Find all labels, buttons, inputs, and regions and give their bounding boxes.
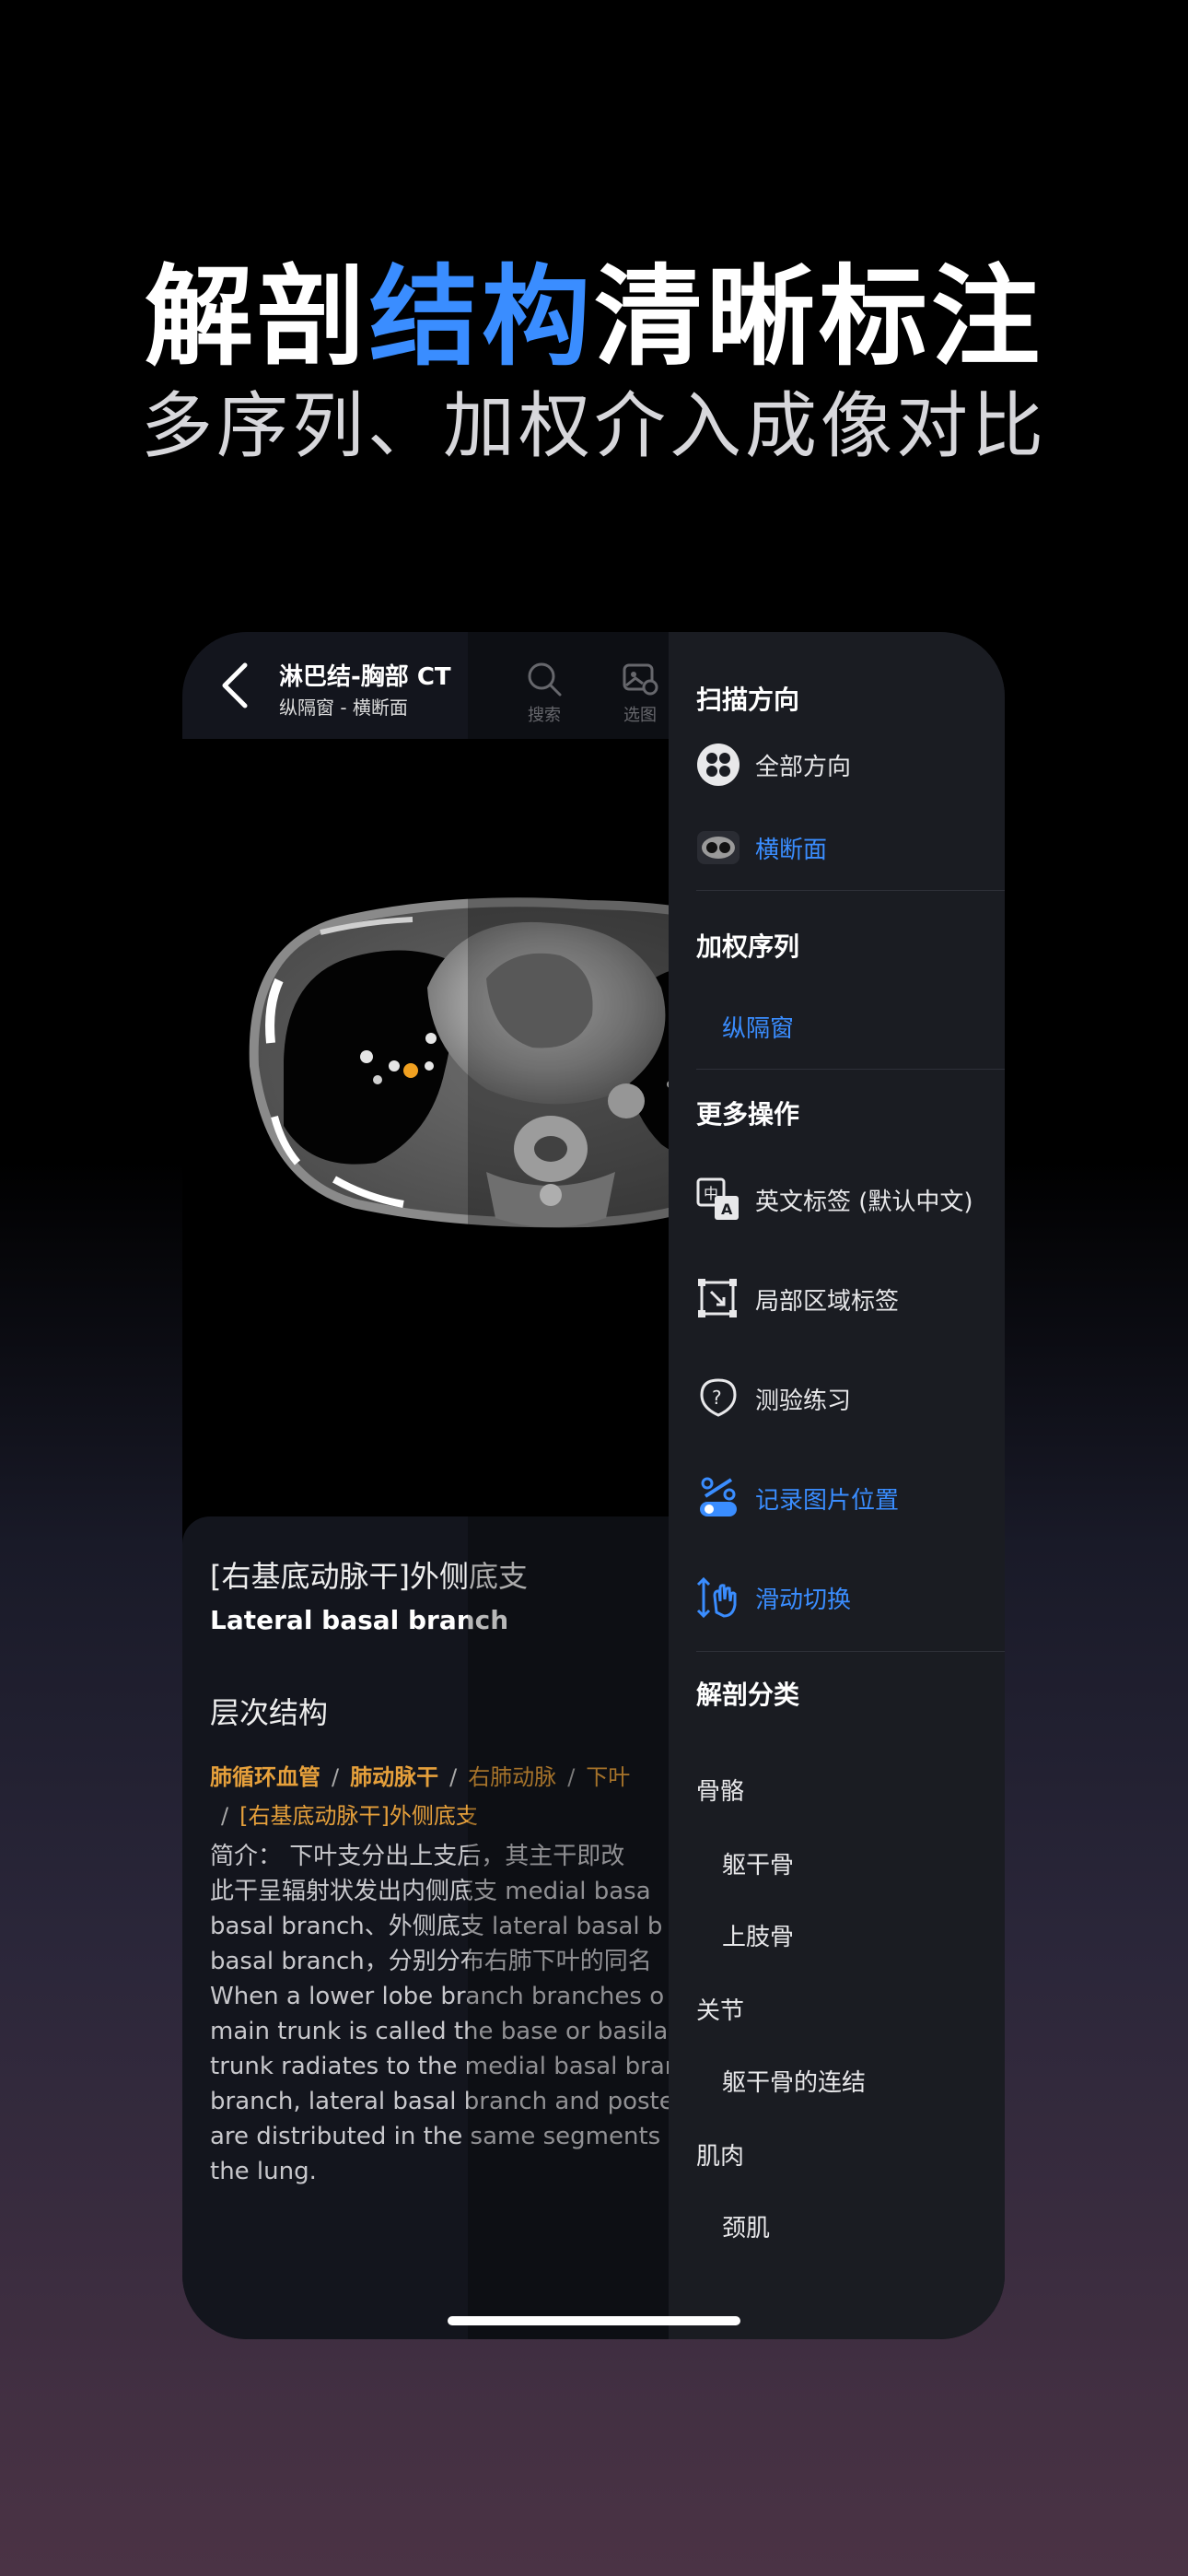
annotation-marker[interactable] [403,1063,418,1078]
crumb-separator: / [332,1764,340,1790]
subcategory-item[interactable]: 颈肌 [722,2209,770,2243]
quiz-icon: ? [696,1376,740,1421]
scan-direction-heading: 扫描方向 [696,685,800,715]
crumb-item[interactable]: 肺循环血管 [210,1764,320,1790]
subcategory-item[interactable]: 上肢骨 [722,1918,794,1952]
phone-screen: 淋巴结-胸部 CT 纵隔窗 - 横断面 搜索 选图 [右基底动脉干]外侧底支 L… [182,632,1005,2339]
record-position-icon [696,1476,740,1520]
crumb-separator: / [449,1764,458,1790]
record-position-button[interactable]: 记录图片位置 [696,1476,899,1520]
quiz-button[interactable]: ? 测验练习 [696,1376,851,1421]
action-label: 局部区域标签 [755,1287,900,1316]
options-panel: 扫描方向 全部方向 横断面 加权序列 纵隔窗 更多操作 中A 英文标签 (默认中… [669,632,1005,2339]
divider [696,1651,1005,1652]
divider [696,890,1005,891]
subcategory-item[interactable]: 躯干骨的连结 [722,2064,866,2098]
action-label: 英文标签 (默认中文) [755,1188,973,1216]
back-arrow-icon[interactable] [208,658,263,713]
series-item[interactable]: 纵隔窗 [722,1010,794,1044]
weighted-series-heading: 加权序列 [696,931,800,962]
translate-icon: 中A [696,1177,740,1222]
swipe-switch-button[interactable]: 滑动切换 [696,1575,851,1620]
region-select-icon [696,1277,740,1321]
svg-text:A: A [721,1200,733,1218]
crumb-separator: / [221,1803,229,1829]
scan-axial[interactable]: 横断面 [696,825,827,870]
subcategory-item[interactable]: 躯干骨 [722,1846,794,1880]
home-indicator[interactable] [448,2316,740,2325]
headline-part2: 清晰标注 [594,253,1044,381]
divider [696,1069,1005,1070]
more-actions-heading: 更多操作 [696,1099,800,1130]
structure-title-en: Lateral basal branch [210,1605,509,1635]
anatomy-category-heading: 解剖分类 [696,1680,800,1710]
region-labels-toggle[interactable]: 局部区域标签 [696,1277,899,1321]
svg-text:?: ? [712,1387,722,1409]
all-directions-icon [696,743,740,787]
action-label: 滑动切换 [755,1586,852,1614]
headline-part1: 解剖 [144,253,369,381]
action-label: 记录图片位置 [755,1486,900,1515]
subheadline: 多序列、加权介入成像对比 [140,385,1047,468]
english-labels-toggle[interactable]: 中A 英文标签 (默认中文) [696,1177,973,1222]
category-item[interactable]: 关节 [696,1992,744,2026]
category-item[interactable]: 骨骼 [696,1773,744,1807]
category-item[interactable]: 肌肉 [696,2137,744,2172]
crumb-item[interactable]: [右基底动脉干]外侧底支 [239,1803,478,1829]
nav-subtitle: 纵隔窗 - 横断面 [279,697,408,719]
scan-all-directions[interactable]: 全部方向 [696,743,851,787]
scan-item-label: 横断面 [755,836,828,864]
nav-title: 淋巴结-胸部 CT [279,663,451,691]
swipe-switch-icon [696,1575,740,1620]
crumb-item[interactable]: 肺动脉干 [350,1764,438,1790]
axial-thumbnail-icon [696,825,740,870]
headline-accent: 结构 [368,253,594,381]
scan-item-label: 全部方向 [755,753,852,781]
hierarchy-heading: 层次结构 [210,1695,329,1730]
headline: 解剖结构清晰标注 [0,228,1188,386]
action-label: 测验练习 [755,1387,852,1415]
